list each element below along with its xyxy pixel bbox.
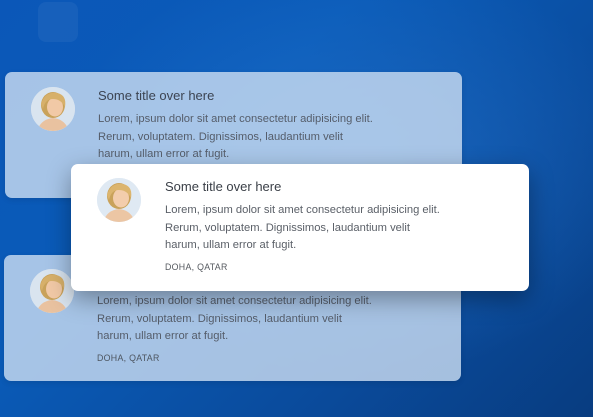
woman-portrait-icon bbox=[31, 87, 75, 131]
card-body-line: Rerum, voluptatem. Dignissimos, laudanti… bbox=[98, 130, 343, 143]
card-body-line: Lorem, ipsum dolor sit amet consectetur … bbox=[97, 295, 372, 307]
woman-portrait-icon bbox=[97, 178, 141, 222]
card-body-line: harum, ullam error at fugit. bbox=[165, 239, 297, 251]
card-title: Some title over here bbox=[165, 179, 282, 194]
woman-portrait-icon bbox=[30, 269, 74, 313]
card-body-line: harum, ullam error at fugit. bbox=[97, 330, 229, 342]
card-body-line: harum, ullam error at fugit. bbox=[98, 148, 230, 160]
card-body-line: Lorem, ipsum dolor sit amet consectetur … bbox=[165, 204, 440, 216]
card-body-line: Lorem, ipsum dolor sit amet consectetur … bbox=[98, 113, 373, 125]
card-body: Lorem, ipsum dolor sit amet consectetur … bbox=[97, 293, 427, 346]
card-location: DOHA, QATAR bbox=[97, 353, 160, 363]
card-body-line: Rerum, voluptatem. Dignissimos, laudanti… bbox=[97, 312, 342, 325]
card-body-line: Rerum, voluptatem. Dignissimos, laudanti… bbox=[165, 221, 410, 234]
testimonial-card-featured: Some title over here Lorem, ipsum dolor … bbox=[71, 164, 529, 291]
background-faint-icon bbox=[38, 2, 78, 42]
card-body: Lorem, ipsum dolor sit amet consectetur … bbox=[98, 111, 428, 164]
card-title: Some title over here bbox=[98, 88, 215, 103]
card-location: DOHA, QATAR bbox=[165, 262, 228, 272]
card-body: Lorem, ipsum dolor sit amet consectetur … bbox=[165, 202, 495, 255]
